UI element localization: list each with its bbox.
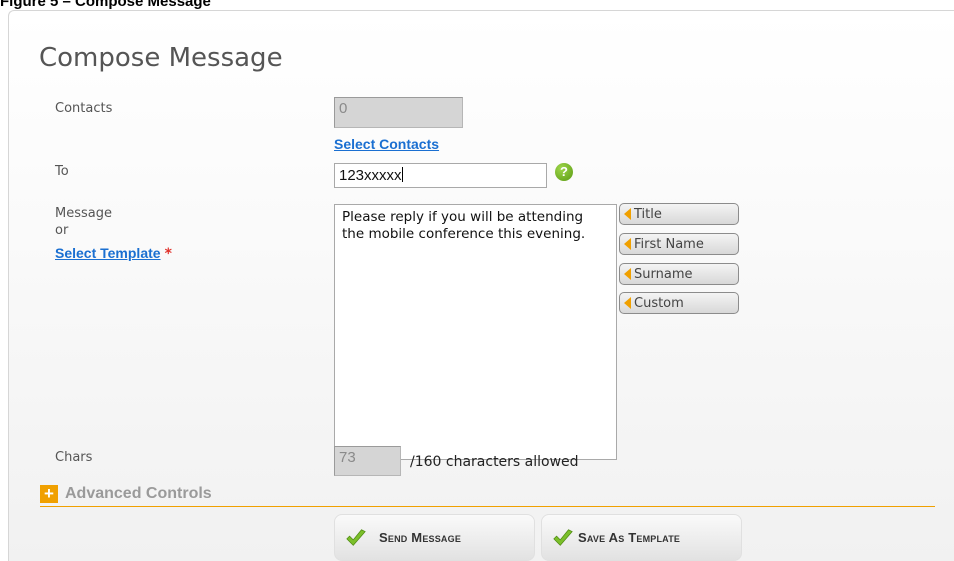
contacts-count-field: 0 bbox=[334, 97, 463, 128]
checkmark-icon bbox=[346, 528, 366, 546]
insert-surname-button[interactable]: Surname bbox=[619, 263, 739, 285]
figure-caption: Figure 5 – Compose Message bbox=[0, 0, 211, 10]
token-label: Surname bbox=[634, 266, 693, 282]
insert-first-name-button[interactable]: First Name bbox=[619, 233, 739, 255]
token-label: Custom bbox=[634, 295, 684, 311]
send-message-label: Send Message bbox=[379, 530, 462, 545]
insert-title-button[interactable]: Title bbox=[619, 203, 739, 225]
send-message-button[interactable]: Send Message bbox=[334, 514, 535, 561]
save-as-template-label: Save As Template bbox=[578, 530, 681, 545]
chars-count-field: 73 bbox=[334, 446, 401, 476]
plus-icon: + bbox=[40, 485, 58, 503]
chars-label: Chars bbox=[55, 450, 93, 465]
arrow-left-icon bbox=[624, 297, 631, 309]
to-field-value: 123xxxxx bbox=[339, 167, 402, 184]
checkmark-icon bbox=[553, 528, 573, 546]
to-label: To bbox=[55, 164, 69, 179]
save-as-template-button[interactable]: Save As Template bbox=[541, 514, 742, 561]
select-contacts-link[interactable]: Select Contacts bbox=[334, 136, 439, 152]
to-field[interactable]: 123xxxxx bbox=[334, 163, 547, 188]
insert-custom-button[interactable]: Custom bbox=[619, 292, 739, 314]
arrow-left-icon bbox=[624, 208, 631, 220]
contacts-label: Contacts bbox=[55, 101, 113, 116]
or-label: or bbox=[55, 223, 69, 238]
question-circle-icon[interactable]: ? bbox=[555, 163, 573, 181]
token-label: Title bbox=[634, 206, 662, 222]
arrow-left-icon bbox=[624, 268, 631, 280]
arrow-left-icon bbox=[624, 238, 631, 250]
page-title: Compose Message bbox=[39, 43, 283, 73]
token-label: First Name bbox=[634, 236, 704, 252]
chars-allowed-text: /160 characters allowed bbox=[410, 454, 579, 470]
select-template-link[interactable]: Select Template bbox=[55, 245, 161, 261]
advanced-controls-toggle[interactable]: + Advanced Controls bbox=[40, 485, 212, 503]
section-divider bbox=[40, 506, 935, 507]
advanced-controls-label: Advanced Controls bbox=[65, 485, 212, 502]
text-caret bbox=[401, 167, 403, 182]
message-label: Message bbox=[55, 206, 112, 221]
message-textarea[interactable]: Please reply if you will be attending th… bbox=[334, 204, 617, 460]
required-marker: * bbox=[164, 246, 172, 262]
